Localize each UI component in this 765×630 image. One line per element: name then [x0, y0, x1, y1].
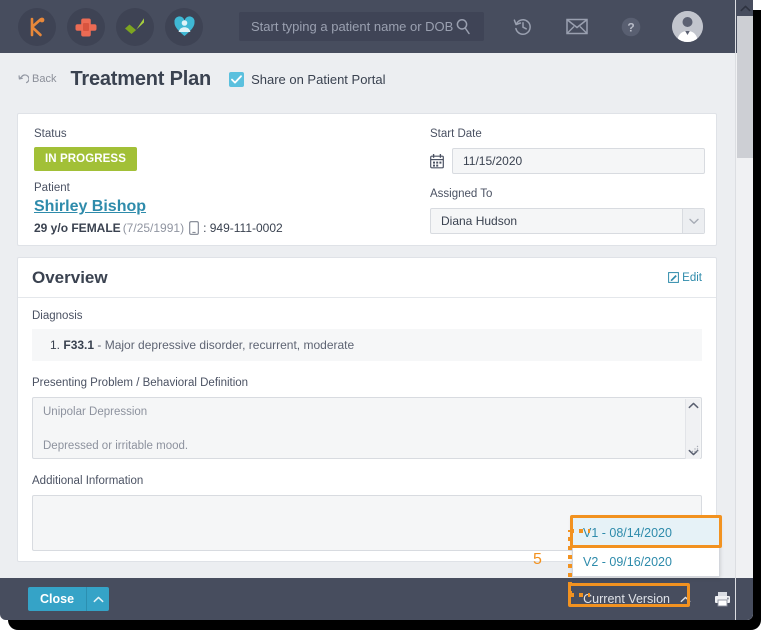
navbar-actions: ? [510, 11, 703, 42]
top-navbar: ? [0, 0, 753, 53]
diagnosis-item: 1. F33.1 - Major depressive disorder, re… [32, 329, 702, 361]
edit-overview-button[interactable]: Edit [668, 272, 702, 284]
current-version-button[interactable]: Current Version [574, 587, 700, 611]
share-label: Share on Patient Portal [251, 71, 386, 87]
patient-search-input[interactable] [239, 19, 455, 34]
close-button-label: Close [28, 587, 87, 611]
page-header: Back Treatment Plan Share on Patient Por… [0, 53, 753, 105]
svg-text:?: ? [627, 20, 634, 34]
summary-right-column: Start Date 11/15/2020 Assigned To Diana … [430, 128, 705, 234]
chevron-down-icon[interactable] [682, 209, 704, 233]
status-badge: IN PROGRESS [34, 147, 137, 171]
diagnosis-number: 1. [50, 338, 61, 352]
start-date-input[interactable]: 11/15/2020 [452, 148, 705, 174]
diagnosis-text: - Major depressive disorder, recurrent, … [97, 338, 355, 352]
app-switcher [0, 7, 203, 46]
resize-handle-icon[interactable] [691, 444, 699, 457]
version-menu-item-v1[interactable]: V1 - 08/14/2020 [573, 518, 719, 547]
mail-icon[interactable] [564, 14, 590, 40]
patient-demographics: 29 y/o FEMALE (7/25/1991) : 949-111-0002 [34, 221, 424, 235]
user-avatar-icon[interactable] [672, 11, 703, 42]
scrollbar-up-arrow-icon[interactable] [736, 0, 753, 16]
edit-label: Edit [682, 271, 702, 284]
patient-heart-icon[interactable] [165, 7, 203, 46]
diagnosis-label: Diagnosis [32, 310, 83, 322]
presenting-line-1: Unipolar Depression [43, 406, 148, 418]
bottom-bar-right-group: Current Version [574, 587, 753, 611]
back-arrow-icon [18, 73, 29, 83]
close-button-chevron-up-icon[interactable] [86, 587, 110, 611]
assigned-to-label: Assigned To [430, 188, 493, 200]
presenting-line-2: Depressed or irritable mood. [43, 439, 189, 452]
overview-title: Overview [32, 267, 108, 287]
summary-card: Status IN PROGRESS Patient Shirley Bisho… [17, 113, 717, 246]
status-label: Status [34, 128, 67, 140]
presenting-problem-label: Presenting Problem / Behavioral Definiti… [32, 377, 249, 389]
version-dropdown-menu: V1 - 08/14/2020 V2 - 09/16/2020 [572, 517, 720, 577]
chevron-up-icon [688, 402, 698, 409]
start-date-label: Start Date [430, 128, 482, 140]
overview-card-body: Diagnosis 1. F33.1 - Major depressive di… [18, 298, 716, 551]
billing-check-icon[interactable] [116, 7, 154, 46]
patient-name-link[interactable]: Shirley Bishop [34, 198, 146, 216]
bottom-action-bar: Close Current Version [0, 578, 753, 620]
search-icon[interactable] [455, 18, 484, 35]
edit-pencil-icon [668, 272, 680, 283]
summary-left-column: Status IN PROGRESS Patient Shirley Bisho… [34, 128, 424, 235]
presenting-problem-textarea[interactable]: Unipolar Depression Depressed or irritab… [32, 397, 702, 459]
assigned-to-value: Diana Hudson [441, 214, 518, 228]
back-button[interactable]: Back [18, 73, 56, 85]
history-icon[interactable] [510, 14, 536, 40]
clinical-cross-icon[interactable] [67, 7, 105, 46]
page-title: Treatment Plan [70, 67, 212, 90]
scrollbar-bottom-track [736, 578, 753, 620]
share-on-portal-checkbox[interactable]: Share on Patient Portal [229, 71, 386, 87]
chevron-up-icon[interactable] [680, 592, 691, 606]
overview-card-header: Overview Edit [18, 258, 716, 298]
patient-label: Patient [34, 182, 70, 194]
patient-phone: : 949-111-0002 [203, 221, 283, 235]
scrollbar-thumb[interactable] [737, 16, 753, 158]
checkbox-checked-icon[interactable] [229, 71, 245, 87]
kareo-logo-icon[interactable] [18, 7, 56, 46]
assigned-to-select[interactable]: Diana Hudson [430, 208, 705, 234]
application-window: ? Back [0, 0, 753, 620]
phone-icon [189, 221, 199, 235]
back-label: Back [32, 73, 57, 85]
patient-dob: (7/25/1991) [122, 221, 185, 235]
printer-icon[interactable] [714, 591, 731, 607]
page-scrollbar[interactable] [735, 0, 753, 620]
help-icon[interactable]: ? [618, 14, 644, 40]
version-menu-item-v2[interactable]: V2 - 09/16/2020 [573, 547, 719, 576]
calendar-icon [430, 153, 444, 168]
patient-search-box[interactable] [239, 12, 484, 41]
patient-age-sex: 29 y/o FEMALE [34, 221, 121, 235]
diagnosis-code: F33.1 [63, 338, 95, 352]
start-date-field: 11/15/2020 [430, 148, 705, 174]
current-version-label: Current Version [583, 592, 670, 606]
additional-information-label: Additional Information [32, 475, 144, 487]
annotation-step-number: 5 [533, 551, 542, 568]
close-button[interactable]: Close [28, 587, 110, 611]
